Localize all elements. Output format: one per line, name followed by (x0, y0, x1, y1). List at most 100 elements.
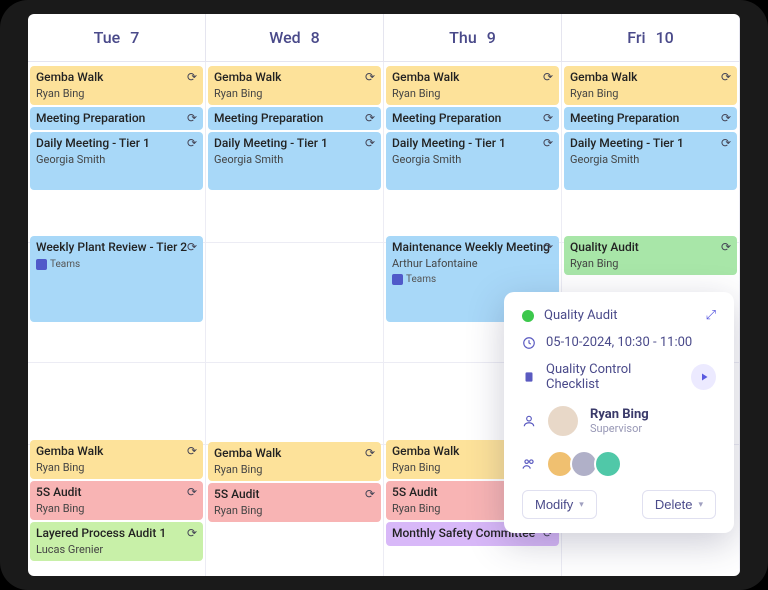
owner-name: Ryan Bing (590, 407, 649, 422)
event-title: Daily Meeting - Tier 1 (214, 136, 375, 152)
attendee-avatar[interactable] (594, 450, 622, 478)
event-title: Weekly Plant Review - Tier 2 (36, 240, 197, 256)
event-meeting-prep[interactable]: Meeting Preparation ⟳ (208, 107, 381, 131)
popover-actions: Modify ▾ Delete ▾ (522, 490, 716, 519)
repeat-icon: ⟳ (543, 240, 553, 256)
repeat-icon: ⟳ (721, 70, 731, 86)
calendar-body[interactable]: Gemba Walk Ryan Bing ⟳ Meeting Preparati… (28, 62, 740, 576)
event-gemba-walk[interactable]: Gemba Walk Ryan Bing ⟳ (386, 66, 559, 105)
day-header-tue[interactable]: Tue 7 (28, 14, 206, 61)
popover-header: Quality Audit ⤢ (522, 308, 716, 323)
event-5s-audit[interactable]: 5S Audit Ryan Bing ⟳ (208, 483, 381, 522)
repeat-icon: ⟳ (187, 136, 197, 152)
day-header-wed[interactable]: Wed 8 (206, 14, 384, 61)
event-quality-audit[interactable]: Quality Audit Ryan Bing ⟳ (564, 236, 737, 275)
popover-title: Quality Audit (544, 308, 617, 323)
repeat-icon: ⟳ (543, 136, 553, 152)
event-title: Meeting Preparation (392, 111, 553, 127)
event-layered-process-audit[interactable]: Layered Process Audit 1 Lucas Grenier ⟳ (30, 522, 203, 561)
event-meeting-prep[interactable]: Meeting Preparation ⟳ (30, 107, 203, 131)
repeat-icon: ⟳ (365, 487, 375, 503)
popover-checklist-row: Quality Control Checklist (522, 362, 716, 392)
chevron-down-icon: ▾ (579, 499, 584, 510)
event-title: Daily Meeting - Tier 1 (392, 136, 553, 152)
person-icon (522, 414, 536, 428)
day-dow: Thu (449, 28, 477, 47)
event-owner: Georgia Smith (570, 153, 731, 167)
event-title: Meeting Preparation (214, 111, 375, 127)
play-button[interactable] (691, 364, 716, 390)
event-owner: Georgia Smith (392, 153, 553, 167)
delete-label: Delete (655, 497, 693, 512)
event-title: Daily Meeting - Tier 1 (36, 136, 197, 152)
event-gemba-walk[interactable]: Gemba Walk Ryan Bing ⟳ (30, 66, 203, 105)
day-dow: Fri (627, 28, 645, 47)
repeat-icon: ⟳ (187, 70, 197, 86)
owner-avatar (546, 404, 580, 438)
calendar-screen: Tue 7 Wed 8 Thu 9 Fri 10 Gemb (28, 14, 740, 576)
event-title: Gemba Walk (214, 446, 375, 462)
event-owner: Georgia Smith (36, 153, 197, 167)
day-column-wed[interactable]: Gemba Walk Ryan Bing ⟳ Meeting Preparati… (206, 62, 384, 576)
day-num: 7 (130, 28, 139, 47)
clipboard-icon (522, 370, 536, 384)
day-num: 9 (487, 28, 496, 47)
day-header-fri[interactable]: Fri 10 (562, 14, 740, 61)
popover-datetime-row: 05-10-2024, 10:30 - 11:00 (522, 335, 716, 350)
event-owner: Ryan Bing (214, 87, 375, 101)
event-owner: Ryan Bing (214, 504, 375, 518)
event-5s-audit[interactable]: 5S Audit Ryan Bing ⟳ (30, 481, 203, 520)
day-header-thu[interactable]: Thu 9 (384, 14, 562, 61)
event-gemba-walk[interactable]: Gemba Walk Ryan Bing ⟳ (564, 66, 737, 105)
event-owner: Lucas Grenier (36, 543, 197, 557)
popover-datetime: 05-10-2024, 10:30 - 11:00 (546, 335, 692, 350)
event-title: Gemba Walk (214, 70, 375, 86)
day-num: 8 (311, 28, 320, 47)
event-daily-meeting[interactable]: Daily Meeting - Tier 1 Georgia Smith ⟳ (386, 132, 559, 190)
modify-label: Modify (535, 497, 573, 512)
event-title: Gemba Walk (36, 444, 197, 460)
event-title: Maintenance Weekly Meeting (392, 240, 553, 256)
event-daily-meeting[interactable]: Daily Meeting - Tier 1 Georgia Smith ⟳ (208, 132, 381, 190)
repeat-icon: ⟳ (365, 446, 375, 462)
event-weekly-plant-review[interactable]: Weekly Plant Review - Tier 2 Teams ⟳ (30, 236, 203, 322)
repeat-icon: ⟳ (187, 444, 197, 460)
repeat-icon: ⟳ (365, 136, 375, 152)
popover-owner-row: Ryan Bing Supervisor (522, 404, 716, 438)
event-owner: Arthur Lafontaine (392, 257, 553, 271)
event-owner: Ryan Bing (36, 502, 197, 516)
event-gemba-walk[interactable]: Gemba Walk Ryan Bing ⟳ (208, 442, 381, 481)
event-title: Meeting Preparation (570, 111, 731, 127)
event-title: Daily Meeting - Tier 1 (570, 136, 731, 152)
event-gemba-walk[interactable]: Gemba Walk Ryan Bing ⟳ (30, 440, 203, 479)
event-title: 5S Audit (214, 487, 375, 503)
day-num: 10 (656, 28, 674, 47)
day-dow: Tue (94, 28, 121, 47)
repeat-icon: ⟳ (187, 485, 197, 501)
repeat-icon: ⟳ (187, 526, 197, 542)
event-meeting-prep[interactable]: Meeting Preparation ⟳ (564, 107, 737, 131)
attendee-avatars (546, 450, 618, 478)
modify-button[interactable]: Modify ▾ (522, 490, 597, 519)
repeat-icon: ⟳ (721, 136, 731, 152)
expand-icon[interactable]: ⤢ (706, 308, 716, 323)
event-title: Quality Audit (570, 240, 731, 256)
popover-checklist: Quality Control Checklist (546, 362, 681, 392)
event-title: 5S Audit (36, 485, 197, 501)
event-gemba-walk[interactable]: Gemba Walk Ryan Bing ⟳ (208, 66, 381, 105)
day-column-tue[interactable]: Gemba Walk Ryan Bing ⟳ Meeting Preparati… (28, 62, 206, 576)
repeat-icon: ⟳ (543, 70, 553, 86)
event-owner: Ryan Bing (570, 257, 731, 271)
repeat-icon: ⟳ (187, 111, 197, 127)
event-daily-meeting[interactable]: Daily Meeting - Tier 1 Georgia Smith ⟳ (564, 132, 737, 190)
calendar-header: Tue 7 Wed 8 Thu 9 Fri 10 (28, 14, 740, 62)
event-daily-meeting[interactable]: Daily Meeting - Tier 1 Georgia Smith ⟳ (30, 132, 203, 190)
event-meeting-prep[interactable]: Meeting Preparation ⟳ (386, 107, 559, 131)
event-popover: Quality Audit ⤢ 05-10-2024, 10:30 - 11:0… (504, 292, 734, 533)
event-owner: Ryan Bing (570, 87, 731, 101)
day-dow: Wed (269, 28, 300, 47)
delete-button[interactable]: Delete ▾ (642, 490, 716, 519)
event-title: Gemba Walk (36, 70, 197, 86)
owner-role: Supervisor (590, 422, 649, 435)
repeat-icon: ⟳ (721, 240, 731, 256)
